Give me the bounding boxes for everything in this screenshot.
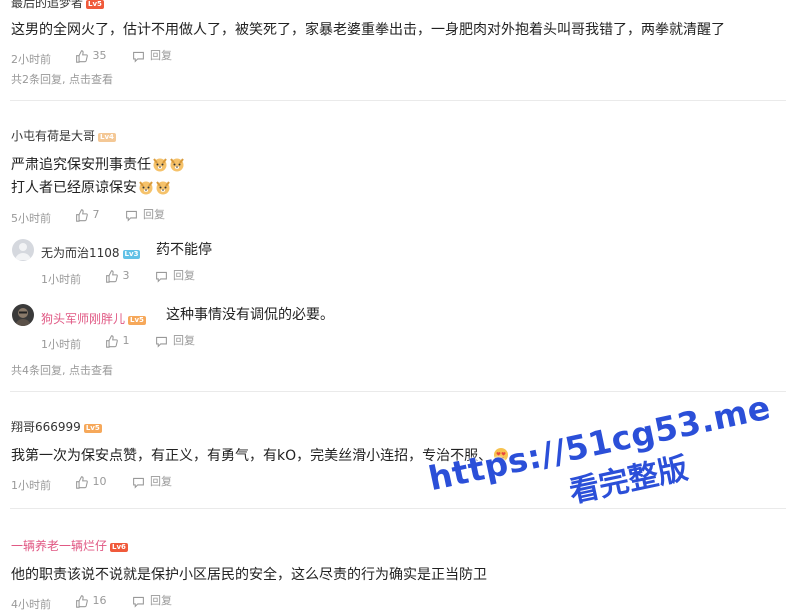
reply-button[interactable]: 回复 bbox=[125, 208, 165, 222]
comment-meta: 5小时前 7 回复 bbox=[11, 208, 187, 226]
reply-text: 这种事情没有调侃的必要。 bbox=[166, 307, 334, 323]
like-button[interactable]: 1 bbox=[105, 334, 130, 348]
speech-bubble-icon bbox=[156, 271, 167, 283]
reply-username[interactable]: 狗头军师刚胖儿 bbox=[41, 312, 125, 326]
comment-text-line: 严肃追究保安刑事责任 bbox=[11, 155, 185, 175]
watermark-overlay: https://51cg53.me 看完整版 bbox=[425, 388, 783, 540]
reply-meta: 1小时前 1 回复 bbox=[41, 334, 217, 352]
avatar[interactable] bbox=[12, 239, 34, 261]
comment-meta: 2小时前 35 回复 bbox=[11, 49, 194, 67]
speech-bubble-icon bbox=[133, 477, 144, 489]
like-count: 10 bbox=[92, 475, 107, 488]
like-button[interactable]: 10 bbox=[75, 475, 107, 489]
dog-face-emoji bbox=[153, 158, 167, 172]
like-button[interactable]: 7 bbox=[75, 208, 100, 222]
comment-username[interactable]: 翔哥666999 bbox=[11, 420, 81, 434]
reply-button[interactable]: 回复 bbox=[155, 269, 195, 283]
like-button[interactable]: 3 bbox=[105, 269, 130, 283]
comment-feed: 最后的追梦者 Lv5 这男的全网火了，估计不用做人了，被笑死了，家暴老婆重拳出击，… bbox=[0, 0, 800, 611]
thumbs-up-icon bbox=[75, 49, 88, 63]
reply-label: 回复 bbox=[173, 269, 195, 282]
comment-4-header: 一辆养老一辆烂仔 Lv6 bbox=[11, 535, 128, 554]
reply-header: 狗头军师刚胖儿 Lv5 bbox=[41, 308, 146, 327]
thumbs-up-icon bbox=[105, 269, 118, 283]
level-badge: Lv5 bbox=[83, 424, 102, 433]
reply-username[interactable]: 无为而治1108 bbox=[41, 246, 120, 260]
reply-time: 1小时前 bbox=[41, 337, 81, 351]
level-badge: Lv3 bbox=[122, 250, 141, 259]
reply-label: 回复 bbox=[173, 334, 195, 347]
speech-bubble-icon bbox=[126, 210, 137, 222]
reply-label: 回复 bbox=[143, 208, 165, 221]
comment-1-header: 最后的追梦者 Lv5 bbox=[11, 0, 104, 11]
avatar[interactable] bbox=[12, 304, 34, 326]
comment-username[interactable]: 一辆养老一辆烂仔 bbox=[11, 539, 107, 553]
reply-label: 回复 bbox=[150, 475, 172, 488]
thumbs-up-icon bbox=[75, 594, 88, 608]
dog-face-emoji bbox=[156, 181, 170, 195]
dog-face-emoji bbox=[139, 181, 153, 195]
comment-time: 1小时前 bbox=[11, 478, 51, 492]
reply-button[interactable]: 回复 bbox=[155, 334, 195, 348]
reply-header: 无为而治1108 Lv3 bbox=[41, 242, 141, 261]
speech-bubble-icon bbox=[133, 596, 144, 608]
thumbs-up-icon bbox=[75, 208, 88, 222]
divider bbox=[10, 391, 786, 392]
comment-username[interactable]: 最后的追梦者 bbox=[11, 0, 83, 10]
reply-button[interactable]: 回复 bbox=[132, 49, 172, 63]
comment-time: 2小时前 bbox=[11, 52, 51, 66]
comment-text: 他的职责该说不说就是保护小区居民的安全，这么尽责的行为确实是正当防卫 bbox=[11, 567, 487, 583]
comment-time: 5小时前 bbox=[11, 211, 51, 225]
comment-text: 严肃追究保安刑事责任 bbox=[11, 157, 151, 173]
reply-text: 药不能停 bbox=[156, 242, 212, 258]
like-count: 1 bbox=[122, 334, 130, 347]
speech-bubble-icon bbox=[133, 51, 144, 63]
level-badge: Lv6 bbox=[110, 543, 128, 552]
comment-2-header: 小屯有荷是大哥 Lv4 bbox=[11, 125, 116, 144]
like-count: 7 bbox=[92, 208, 100, 221]
like-count: 16 bbox=[92, 594, 107, 607]
thumbs-up-icon bbox=[105, 334, 118, 348]
reply-button[interactable]: 回复 bbox=[132, 475, 172, 489]
like-button[interactable]: 35 bbox=[75, 49, 107, 63]
comment-text-line: 打人者已经原谅保安 bbox=[11, 178, 171, 198]
default-avatar-icon bbox=[15, 243, 31, 260]
like-button[interactable]: 16 bbox=[75, 594, 107, 608]
comment-username[interactable]: 小屯有荷是大哥 bbox=[11, 129, 95, 143]
comment-meta: 1小时前 10 回复 bbox=[11, 475, 194, 493]
like-count: 35 bbox=[92, 49, 107, 62]
comment-text: 打人者已经原谅保安 bbox=[11, 180, 137, 196]
level-badge: Lv4 bbox=[98, 133, 116, 142]
reply-meta: 1小时前 3 回复 bbox=[41, 269, 217, 287]
user-photo-icon bbox=[15, 308, 31, 326]
dog-face-emoji bbox=[170, 158, 184, 172]
reply-label: 回复 bbox=[150, 594, 172, 607]
thumbs-up-icon bbox=[75, 475, 88, 489]
level-badge: Lv5 bbox=[86, 0, 104, 9]
like-count: 3 bbox=[122, 269, 130, 282]
level-badge: Lv5 bbox=[128, 316, 146, 325]
comment-meta: 4小时前 16 回复 bbox=[11, 594, 194, 612]
view-replies-link[interactable]: 共2条回复, 点击查看 bbox=[11, 71, 113, 87]
comment-3-header: 翔哥666999 Lv5 bbox=[11, 416, 102, 435]
view-replies-link[interactable]: 共4条回复, 点击查看 bbox=[11, 362, 113, 378]
reply-label: 回复 bbox=[150, 49, 172, 62]
reply-button[interactable]: 回复 bbox=[132, 594, 172, 608]
divider bbox=[10, 508, 786, 509]
divider bbox=[10, 100, 786, 101]
speech-bubble-icon bbox=[156, 336, 167, 348]
comment-text: 这男的全网火了，估计不用做人了，被笑死了，家暴老婆重拳出击，一身肥肉对外抱着头叫… bbox=[11, 22, 725, 38]
reply-time: 1小时前 bbox=[41, 272, 81, 286]
comment-text: 我第一次为保安点赞，有正义，有勇气，有kO，完美丝滑小连招，专治不服、 bbox=[11, 448, 493, 464]
